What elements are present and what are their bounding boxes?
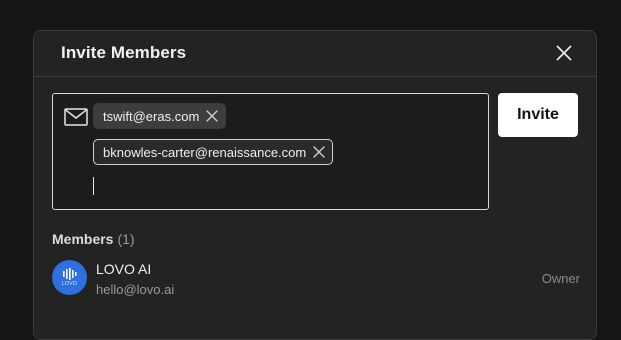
- chip-remove-button[interactable]: [205, 109, 219, 123]
- member-name: LOVO AI: [96, 261, 152, 277]
- members-heading-label: Members: [52, 231, 114, 247]
- close-icon: [556, 45, 572, 61]
- chip-remove-button[interactable]: [312, 145, 326, 159]
- members-heading: Members (1): [52, 231, 135, 247]
- x-icon: [206, 110, 218, 122]
- close-button[interactable]: [554, 43, 574, 63]
- member-email: hello@lovo.ai: [96, 282, 175, 297]
- mail-icon: [64, 108, 88, 126]
- text-cursor: [93, 177, 94, 195]
- email-chip[interactable]: tswift@eras.com: [93, 103, 227, 129]
- email-chip-label: tswift@eras.com: [103, 108, 200, 124]
- avatar-logo-text: LOVO: [61, 281, 78, 287]
- member-role: Owner: [541, 271, 580, 286]
- email-input-field[interactable]: tswift@eras.com bknowles-carter@renaissa…: [52, 93, 489, 210]
- members-count: (1): [117, 231, 135, 247]
- waveform-logo-icon: [62, 268, 77, 280]
- email-chip-label: bknowles-carter@renaissance.com: [103, 144, 307, 160]
- dialog-title: Invite Members: [61, 43, 187, 62]
- email-chip[interactable]: bknowles-carter@renaissance.com: [93, 139, 334, 165]
- invite-button[interactable]: Invite: [498, 93, 578, 137]
- member-row: LOVO LOVO AI hello@lovo.ai Owner: [52, 259, 580, 299]
- avatar: LOVO: [52, 260, 87, 295]
- invite-members-dialog: Invite Members tswift@eras.com bknowles-…: [33, 30, 597, 340]
- x-icon: [313, 146, 325, 158]
- dialog-header: Invite Members: [34, 31, 596, 77]
